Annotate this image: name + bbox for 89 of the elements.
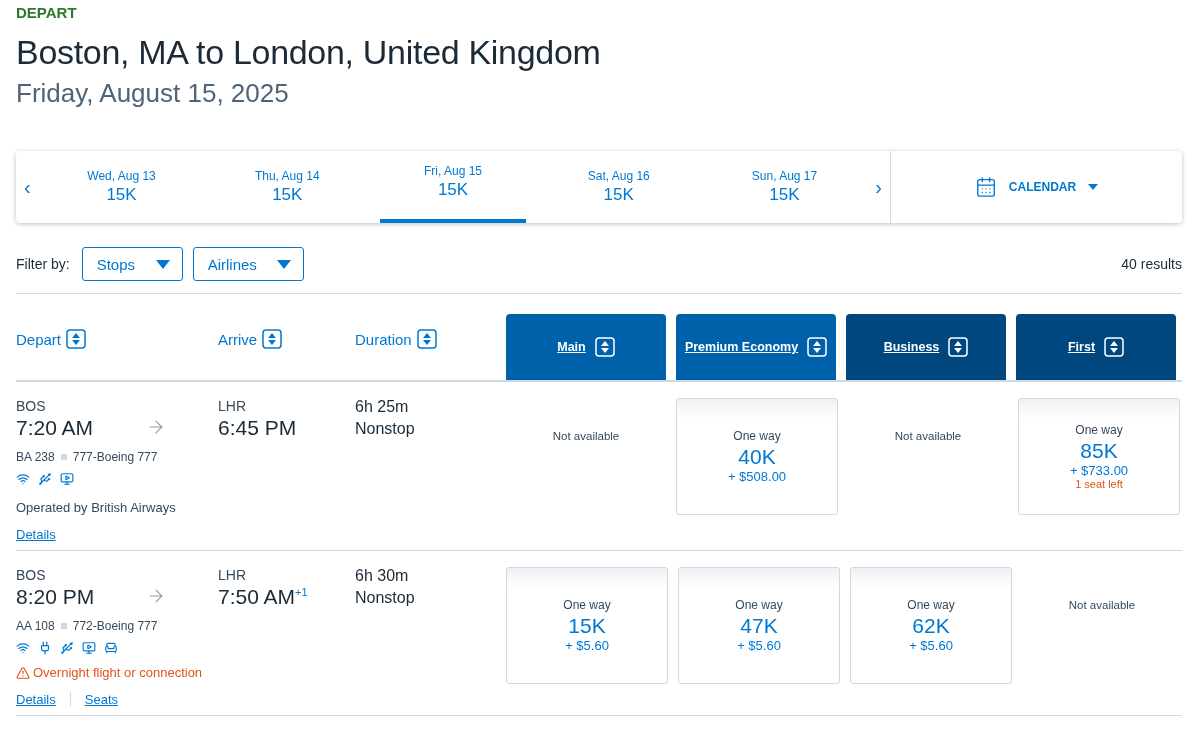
- sort-icon: [594, 337, 615, 357]
- next-button[interactable]: ›: [867, 151, 890, 223]
- fare-card[interactable]: One way 40K + $508.00: [676, 398, 838, 515]
- date-tab[interactable]: Fri, Aug 15 15K: [380, 151, 526, 223]
- caret-icon: [276, 259, 291, 269]
- seat-icon: [104, 641, 118, 655]
- date-tab[interactable]: Sat, Aug 16 15K: [545, 151, 692, 223]
- date-tab[interactable]: Sun, Aug 17 15K: [711, 151, 858, 223]
- fare-label: One way: [907, 598, 955, 612]
- filter-dropdown[interactable]: Stops: [81, 247, 183, 281]
- section-heading: DEPART: [16, 4, 78, 21]
- departure-time: 7:20 AM: [16, 416, 94, 440]
- fare-miles: 40K: [738, 445, 776, 469]
- fare-label: One way: [563, 598, 611, 612]
- media-icon: [60, 472, 74, 486]
- overnight-warning: Overnight flight or connection: [33, 665, 203, 680]
- stops-text: Nonstop: [355, 589, 415, 607]
- details-link[interactable]: Seats: [69, 692, 132, 707]
- aircraft-type: 772-Boeing 777: [72, 619, 158, 633]
- separator-icon: [60, 623, 67, 629]
- sort-icon: [948, 337, 969, 357]
- fare-tax: + $733.00: [1069, 463, 1129, 478]
- not-available-text: Not available: [1068, 599, 1136, 613]
- caret-icon: [155, 259, 170, 269]
- separator-icon: [60, 454, 67, 460]
- sort-column-header[interactable]: Duration: [355, 329, 437, 349]
- fare-miles: 15K: [568, 614, 606, 638]
- results-count: 40 results: [1121, 256, 1182, 272]
- fare-label: One way: [735, 598, 783, 612]
- travel-date: Friday, August 15, 2025: [16, 78, 290, 109]
- calendar-icon: [974, 176, 997, 198]
- flight-number: BA 238: [16, 450, 55, 464]
- sort-icon: [1104, 337, 1125, 357]
- fare-tax: + $508.00: [727, 469, 787, 484]
- route-title: Boston, MA to London, United Kingdom: [16, 33, 602, 72]
- stops-text: Nonstop: [355, 420, 415, 438]
- not-available-text: Not available: [894, 430, 962, 444]
- fare-card[interactable]: One way 85K + $733.00 1 seat left: [1018, 398, 1180, 515]
- warning-icon: [16, 665, 30, 680]
- aircraft-type: 777-Boeing 777: [72, 450, 158, 464]
- arrival-time: 7:50 AM$^{+1}$: [218, 585, 308, 609]
- details-link[interactable]: Details: [16, 527, 70, 542]
- sort-column-header[interactable]: Arrive: [218, 329, 283, 349]
- fare-tax: + $5.60: [909, 638, 953, 653]
- wifi-icon: [16, 641, 30, 655]
- filter-dropdown[interactable]: Airlines: [192, 247, 304, 281]
- fare-miles: 85K: [1080, 439, 1118, 463]
- origin-code: BOS: [16, 567, 46, 583]
- fare-miles: 62K: [912, 614, 950, 638]
- sort-column-header[interactable]: Depart: [16, 329, 87, 349]
- usb-icon: [60, 641, 74, 655]
- not-available-text: Not available: [552, 430, 620, 444]
- cabin-header[interactable]: Premium Economy: [676, 314, 836, 380]
- destination-code: LHR: [218, 567, 246, 583]
- fare-label: One way: [733, 429, 781, 443]
- sort-icon: [807, 337, 828, 357]
- caret-icon: [1088, 184, 1099, 190]
- details-link[interactable]: Details: [16, 692, 70, 707]
- calendar-button[interactable]: CALENDAR: [890, 151, 1182, 223]
- fare-card[interactable]: One way 47K + $5.60: [678, 567, 840, 684]
- sort-icon: [262, 329, 283, 349]
- filter-label: Filter by:: [16, 256, 70, 272]
- fare-miles: 47K: [740, 614, 778, 638]
- fare-card[interactable]: One way 15K + $5.60: [506, 567, 668, 684]
- destination-code: LHR: [218, 398, 246, 414]
- duration-text: 6h 30m: [355, 567, 409, 585]
- plug-icon: [38, 641, 52, 655]
- fare-tax: + $5.60: [737, 638, 781, 653]
- date-tab[interactable]: Thu, Aug 14 15K: [214, 151, 361, 223]
- fare-tax: + $5.60: [565, 638, 609, 653]
- origin-code: BOS: [16, 398, 46, 414]
- departure-time: 8:20 PM: [16, 585, 95, 609]
- sort-icon: [416, 329, 437, 349]
- duration-text: 6h 25m: [355, 398, 409, 416]
- arrival-time: 6:45 PM: [218, 416, 297, 440]
- media-icon: [82, 641, 96, 655]
- operator-text: Operated by British Airways: [16, 500, 176, 515]
- usb-icon: [38, 472, 52, 486]
- wifi-icon: [16, 472, 30, 486]
- sort-icon: [66, 329, 87, 349]
- date-tab[interactable]: Wed, Aug 13 15K: [48, 151, 195, 223]
- fare-label: One way: [1075, 423, 1123, 437]
- fare-card[interactable]: One way 62K + $5.60: [850, 567, 1012, 684]
- previous-button[interactable]: ‹: [16, 151, 39, 223]
- seats-left-note: 1 seat left: [1075, 478, 1123, 490]
- cabin-header[interactable]: First: [1016, 314, 1176, 380]
- cabin-header[interactable]: Main: [506, 314, 666, 380]
- cabin-header[interactable]: Business: [846, 314, 1006, 380]
- flight-number: AA 108: [16, 619, 55, 633]
